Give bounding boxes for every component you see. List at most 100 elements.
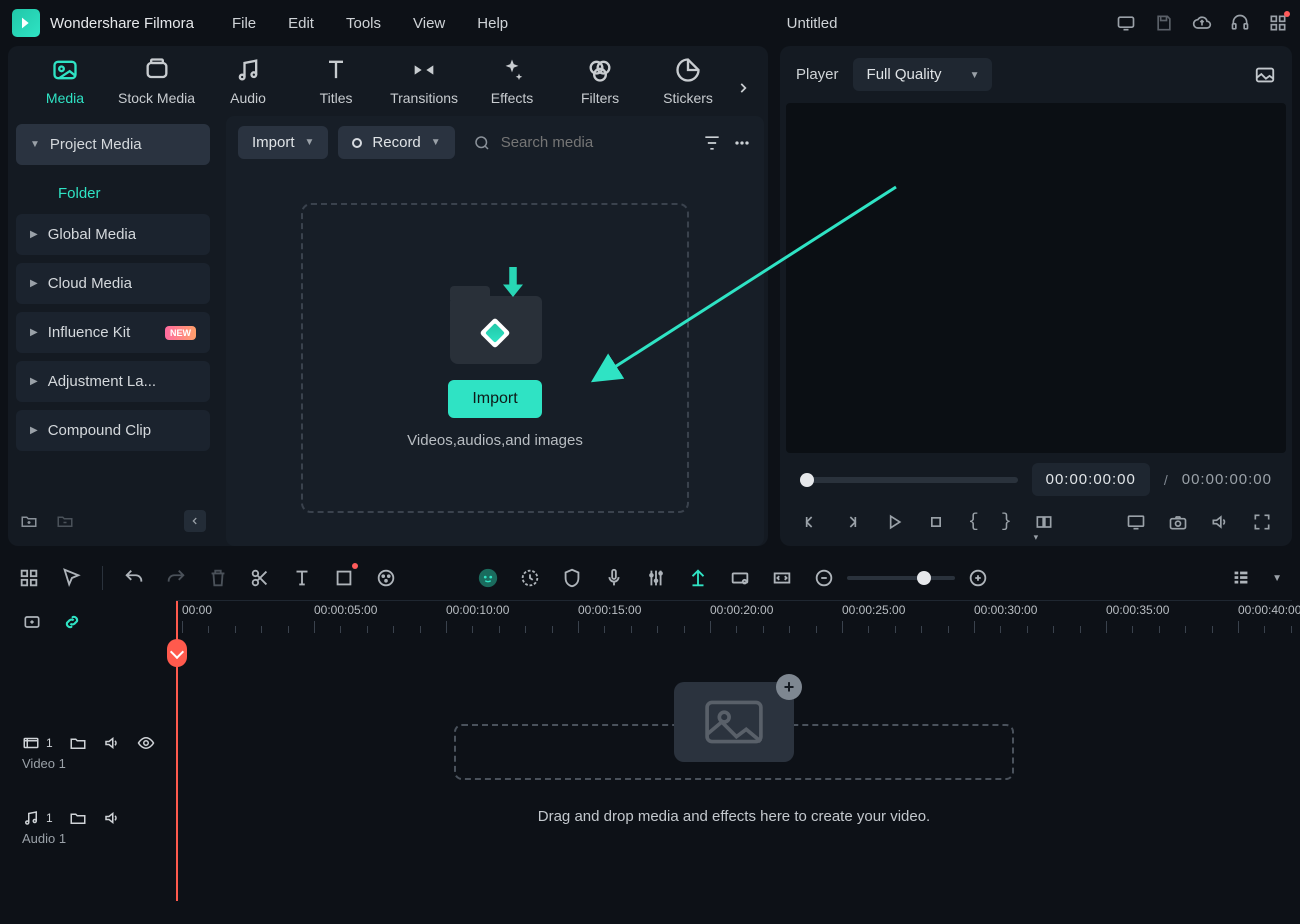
monitor-icon[interactable] [1126, 512, 1146, 532]
speed-icon[interactable] [519, 567, 541, 589]
mixer-icon[interactable] [645, 567, 667, 589]
add-track-icon[interactable] [22, 612, 42, 632]
chevron-right-icon: ▶ [30, 278, 38, 289]
quality-dropdown[interactable]: Full Quality▼ [853, 58, 992, 91]
search-input[interactable] [501, 134, 684, 151]
volume-icon[interactable] [1210, 512, 1230, 532]
delete-icon[interactable] [207, 567, 229, 589]
audio-icon [234, 56, 262, 84]
chevron-down-icon: ▼ [431, 137, 441, 148]
save-icon[interactable] [1154, 13, 1174, 33]
text-icon[interactable] [291, 567, 313, 589]
import-dropzone[interactable]: Import Videos,audios,and images [301, 203, 689, 513]
tab-effects[interactable]: Effects [477, 56, 547, 106]
menu-help[interactable]: Help [477, 15, 508, 32]
compare-icon[interactable]: ▾ [1034, 512, 1054, 532]
chevron-right-icon: ▶ [30, 327, 38, 338]
tab-media[interactable]: Media [30, 56, 100, 106]
tabs-more-icon[interactable] [736, 76, 750, 100]
new-badge: NEW [165, 326, 196, 340]
filter-icon[interactable] [702, 133, 722, 153]
new-folder-icon[interactable] [20, 512, 38, 530]
tab-stickers[interactable]: Stickers [653, 56, 723, 106]
ai-icon[interactable] [477, 567, 499, 589]
undo-icon[interactable] [123, 567, 145, 589]
mic-icon[interactable] [603, 567, 625, 589]
chevron-right-icon: ▶ [30, 376, 38, 387]
split-icon[interactable] [249, 567, 271, 589]
tab-filters[interactable]: Filters [565, 56, 635, 106]
player-canvas [786, 103, 1286, 453]
menu-file[interactable]: File [232, 15, 256, 32]
sidebar-influence-kit[interactable]: ▶Influence KitNEW [16, 312, 210, 353]
time-current: 00:00:00:00 [1032, 463, 1150, 496]
track-view-icon[interactable] [1230, 567, 1252, 589]
filters-icon [586, 56, 614, 84]
tab-stock-media[interactable]: Stock Media [118, 56, 195, 106]
display-icon[interactable] [1116, 13, 1136, 33]
tab-transitions[interactable]: Transitions [389, 56, 459, 106]
folder-icon[interactable] [69, 809, 87, 827]
menu-tools[interactable]: Tools [346, 15, 381, 32]
main-menu: File Edit Tools View Help [232, 15, 508, 32]
media-placeholder[interactable]: + [674, 682, 794, 762]
folder-remove-icon[interactable] [56, 512, 74, 530]
sidebar-adjustment-layer[interactable]: ▶Adjustment La... [16, 361, 210, 402]
folder-icon[interactable] [69, 734, 87, 752]
mute-icon[interactable] [103, 809, 121, 827]
tab-audio[interactable]: Audio [213, 56, 283, 106]
eye-icon[interactable] [137, 734, 155, 752]
menu-edit[interactable]: Edit [288, 15, 314, 32]
chevron-right-icon: ▶ [30, 425, 38, 436]
zoom-out-icon[interactable] [813, 567, 835, 589]
link-icon[interactable] [62, 612, 82, 632]
sidebar-project-media[interactable]: ▼ Project Media [16, 124, 210, 165]
mute-icon[interactable] [103, 734, 121, 752]
marker-icon[interactable] [687, 567, 709, 589]
support-icon[interactable] [1230, 13, 1250, 33]
time-slider[interactable] [800, 477, 1018, 483]
chevron-right-icon: ▶ [30, 229, 38, 240]
collapse-sidebar-icon[interactable] [184, 510, 206, 532]
record-dropdown[interactable]: Record▼ [338, 126, 454, 159]
menu-view[interactable]: View [413, 15, 445, 32]
sidebar-compound-clip[interactable]: ▶Compound Clip [16, 410, 210, 451]
next-frame-icon[interactable] [842, 512, 862, 532]
more-icon[interactable] [732, 133, 752, 153]
apps-icon[interactable] [1268, 13, 1288, 33]
import-dropdown[interactable]: Import▼ [238, 126, 328, 159]
redo-icon[interactable] [165, 567, 187, 589]
mark-in-icon[interactable]: { [968, 512, 979, 532]
keyframe-icon[interactable] [729, 567, 751, 589]
add-media-icon[interactable]: + [776, 674, 802, 700]
sidebar-global-media[interactable]: ▶Global Media [16, 214, 210, 255]
tab-titles[interactable]: Titles [301, 56, 371, 106]
cursor-icon[interactable] [60, 567, 82, 589]
import-button[interactable]: Import [448, 380, 541, 418]
timeline-ruler[interactable]: 00:0000:00:05:0000:00:10:0000:00:15:0000… [176, 600, 1292, 644]
chevron-down-icon[interactable]: ▼ [1272, 573, 1282, 584]
mark-out-icon[interactable]: } [1001, 512, 1012, 532]
layout-icon[interactable] [18, 567, 40, 589]
fit-icon[interactable] [771, 567, 793, 589]
stop-icon[interactable] [926, 512, 946, 532]
search-icon[interactable] [473, 134, 491, 152]
color-icon[interactable] [375, 567, 397, 589]
record-dot-icon [352, 138, 362, 148]
camera-icon[interactable] [1168, 512, 1188, 532]
sidebar-folder[interactable]: Folder [16, 173, 210, 214]
zoom-slider[interactable] [847, 576, 955, 580]
stickers-icon [674, 56, 702, 84]
zoom-in-icon[interactable] [967, 567, 989, 589]
stock-media-icon [143, 56, 171, 84]
mask-icon[interactable] [561, 567, 583, 589]
cloud-upload-icon[interactable] [1192, 13, 1212, 33]
crop-icon[interactable] [333, 567, 355, 589]
prev-frame-icon[interactable] [800, 512, 820, 532]
snapshot-icon[interactable] [1254, 64, 1276, 86]
sidebar-cloud-media[interactable]: ▶Cloud Media [16, 263, 210, 304]
dropzone-hint: Videos,audios,and images [407, 432, 583, 449]
player-label: Player [796, 66, 839, 83]
play-icon[interactable] [884, 512, 904, 532]
fullscreen-icon[interactable] [1252, 512, 1272, 532]
